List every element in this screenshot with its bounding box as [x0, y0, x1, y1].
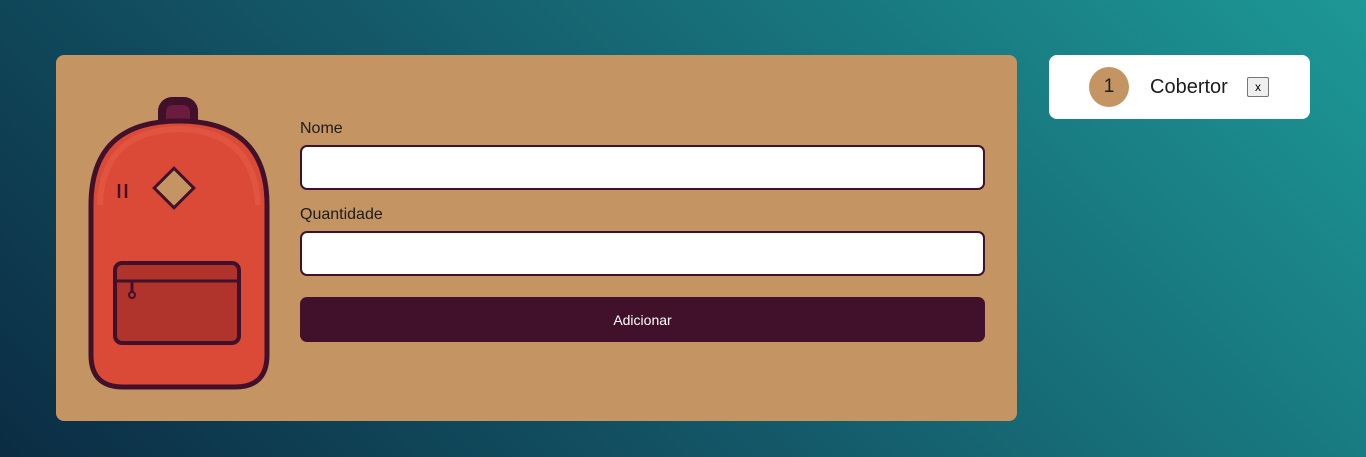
backpack-icon — [88, 97, 270, 390]
add-item-card: Nome Quantidade Adicionar — [56, 55, 1017, 421]
quantity-badge: 1 — [1089, 67, 1129, 107]
quantity-label: Quantidade — [300, 206, 383, 223]
quantity-input[interactable] — [300, 231, 985, 276]
list-item: 1 Cobertor x — [1049, 55, 1310, 119]
add-button[interactable]: Adicionar — [300, 297, 985, 342]
name-label: Nome — [300, 120, 343, 137]
remove-item-button[interactable]: x — [1247, 77, 1269, 97]
item-name: Cobertor — [1150, 76, 1228, 98]
add-item-form: Nome Quantidade Adicionar — [300, 119, 985, 342]
name-input[interactable] — [300, 145, 985, 190]
